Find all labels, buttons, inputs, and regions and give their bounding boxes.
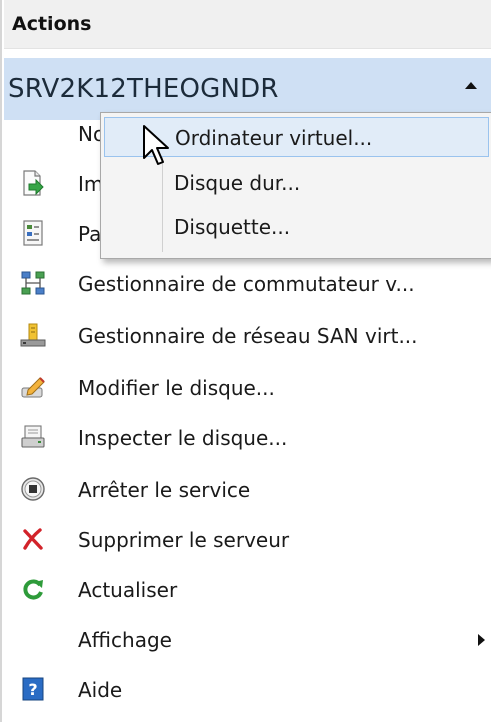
menu-item-inspect-disk[interactable]: Inspecter le disque... <box>4 412 491 464</box>
submenu-item-label: Ordinateur virtuel... <box>175 126 373 150</box>
submenu-item-label: Disquette... <box>174 215 291 239</box>
menu-item-label: Aide <box>78 678 123 702</box>
actions-title: Actions <box>12 13 92 35</box>
settings-icon <box>20 220 46 246</box>
menu-item-label: Gestionnaire de réseau SAN virt... <box>78 324 418 348</box>
stop-service-icon <box>20 476 46 502</box>
menu-item-san-manager[interactable]: Gestionnaire de réseau SAN virt... <box>4 310 491 362</box>
menu-item-label: Actualiser <box>78 578 178 602</box>
menu-item-switch-manager[interactable]: Gestionnaire de commutateur v... <box>4 258 491 310</box>
menu-item-help[interactable]: ? Aide <box>4 664 491 716</box>
submenu-item-floppy-disk[interactable]: Disquette... <box>104 207 489 247</box>
menu-item-label: Supprimer le serveur <box>78 528 290 552</box>
menu-item-edit-disk[interactable]: Modifier le disque... <box>4 362 491 414</box>
help-icon: ? <box>20 676 46 702</box>
san-manager-icon <box>20 322 46 348</box>
refresh-icon <box>20 576 46 602</box>
menu-item-stop-service[interactable]: Arrêter le service <box>4 464 491 516</box>
menu-item-label: Modifier le disque... <box>78 376 275 400</box>
pane-left-border <box>0 0 2 722</box>
menu-item-remove-server[interactable]: Supprimer le serveur <box>4 514 491 566</box>
edit-disk-icon <box>20 374 46 400</box>
submenu-item-label: Disque dur... <box>174 171 301 195</box>
menu-item-refresh[interactable]: Actualiser <box>4 564 491 616</box>
mouse-cursor-icon <box>143 125 169 165</box>
collapse-up-icon[interactable] <box>465 82 477 89</box>
actions-pane: Actions SRV2K12THEOGNDR No Im Pa Gestion… <box>0 0 491 722</box>
server-name: SRV2K12THEOGNDR <box>8 74 279 104</box>
remove-server-icon <box>20 526 46 552</box>
menu-item-label: Affichage <box>78 628 172 652</box>
menu-item-label: Pa <box>78 222 102 246</box>
submenu-arrow-icon <box>478 634 485 646</box>
switch-manager-icon <box>20 270 46 296</box>
menu-item-view[interactable]: Affichage <box>4 614 491 666</box>
menu-item-label: Inspecter le disque... <box>78 426 288 450</box>
svg-text:?: ? <box>28 680 37 699</box>
import-icon <box>20 170 46 196</box>
menu-item-label: Gestionnaire de commutateur v... <box>78 272 415 296</box>
inspect-disk-icon <box>20 424 46 450</box>
menu-item-label: Arrêter le service <box>78 478 251 502</box>
actions-header: Actions <box>4 0 491 49</box>
